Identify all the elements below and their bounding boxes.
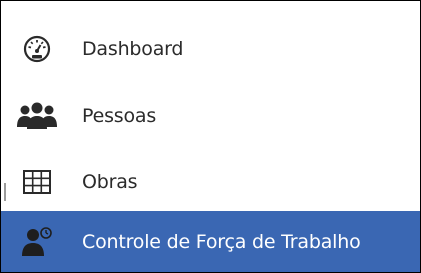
people-group-icon <box>15 99 59 133</box>
menu-item-pessoas[interactable]: Pessoas <box>1 85 420 147</box>
sidebar-menu: Dashboard Pessoas Obras Controle de Forç… <box>1 1 420 272</box>
user-clock-icon <box>15 225 59 259</box>
menu-item-label: Pessoas <box>82 105 157 127</box>
grid-table-icon <box>15 165 59 199</box>
menu-item-dashboard[interactable]: Dashboard <box>1 19 420 79</box>
menu-item-label: Obras <box>82 171 138 193</box>
menu-item-obras[interactable]: Obras <box>1 153 420 211</box>
sidebar-menu-frame: Dashboard Pessoas Obras Controle de Forç… <box>0 0 421 273</box>
menu-item-controle-forca-trabalho[interactable]: Controle de Força de Trabalho <box>1 211 420 272</box>
menu-item-label: Controle de Força de Trabalho <box>82 230 361 253</box>
menu-item-label: Dashboard <box>82 38 184 60</box>
scroll-edge-marker <box>4 183 6 201</box>
dashboard-gauge-icon <box>15 32 59 66</box>
